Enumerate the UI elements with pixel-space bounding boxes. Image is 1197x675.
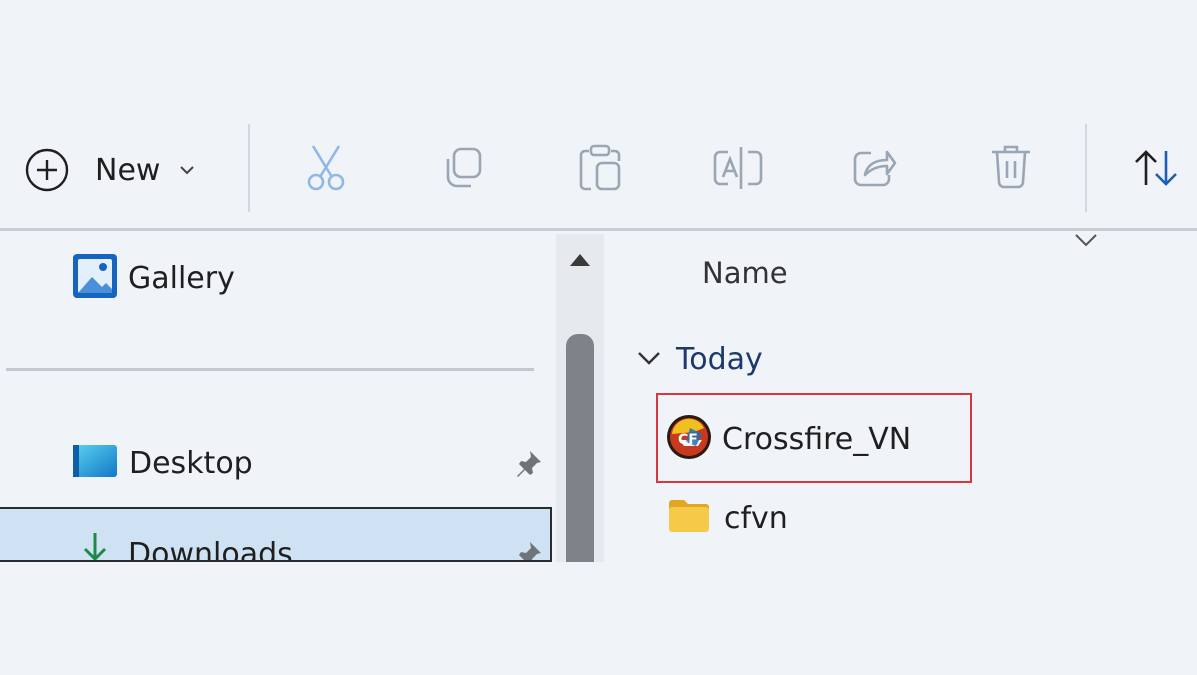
sidebar-item-desktop[interactable]: Desktop <box>72 438 253 488</box>
sidebar-item-gallery[interactable]: Gallery <box>72 253 235 303</box>
new-button[interactable]: New <box>24 140 196 200</box>
folder-icon <box>667 498 711 538</box>
new-button-label: New <box>95 152 161 188</box>
sidebar-divider <box>6 368 534 371</box>
sort-icon[interactable] <box>1133 148 1183 188</box>
list-item[interactable]: CF Crossfire_VN <box>666 414 911 464</box>
toolbar-separator <box>1085 124 1087 212</box>
delete-icon[interactable] <box>989 143 1033 191</box>
pin-icon[interactable] <box>514 539 544 560</box>
gallery-icon <box>72 253 118 303</box>
group-header-today[interactable]: Today <box>636 342 763 377</box>
plus-circle-icon <box>24 147 70 193</box>
file-name: cfvn <box>724 500 788 536</box>
pin-icon[interactable] <box>514 448 544 482</box>
list-item[interactable]: cfvn <box>667 498 788 538</box>
toolbar-separator <box>248 124 250 212</box>
chevron-down-icon <box>636 349 662 371</box>
column-header-name[interactable]: Name <box>702 256 788 290</box>
toolbar-divider <box>0 228 1197 231</box>
paste-icon[interactable] <box>577 143 623 193</box>
rename-icon[interactable] <box>712 144 764 192</box>
download-arrow-icon <box>80 531 110 560</box>
svg-text:CF: CF <box>678 432 698 448</box>
page-background <box>0 562 1197 675</box>
chevron-down-icon <box>178 164 196 176</box>
file-name: Crossfire_VN <box>722 421 912 457</box>
cut-icon[interactable] <box>304 143 348 193</box>
nav-scrollbar-thumb[interactable] <box>566 334 594 562</box>
sidebar-item-downloads[interactable]: Downloads <box>0 507 552 562</box>
sidebar-item-label: Gallery <box>128 260 235 296</box>
sidebar-item-label: Downloads <box>128 537 293 562</box>
share-icon[interactable] <box>851 145 897 189</box>
scroll-up-arrow-icon[interactable] <box>569 252 591 272</box>
desktop-icon <box>72 443 118 483</box>
group-label: Today <box>676 342 763 377</box>
copy-icon[interactable] <box>440 145 486 191</box>
sort-chevron-icon[interactable] <box>1074 232 1098 252</box>
sidebar-item-label: Desktop <box>129 445 253 481</box>
crossfire-app-icon: CF <box>666 414 712 464</box>
